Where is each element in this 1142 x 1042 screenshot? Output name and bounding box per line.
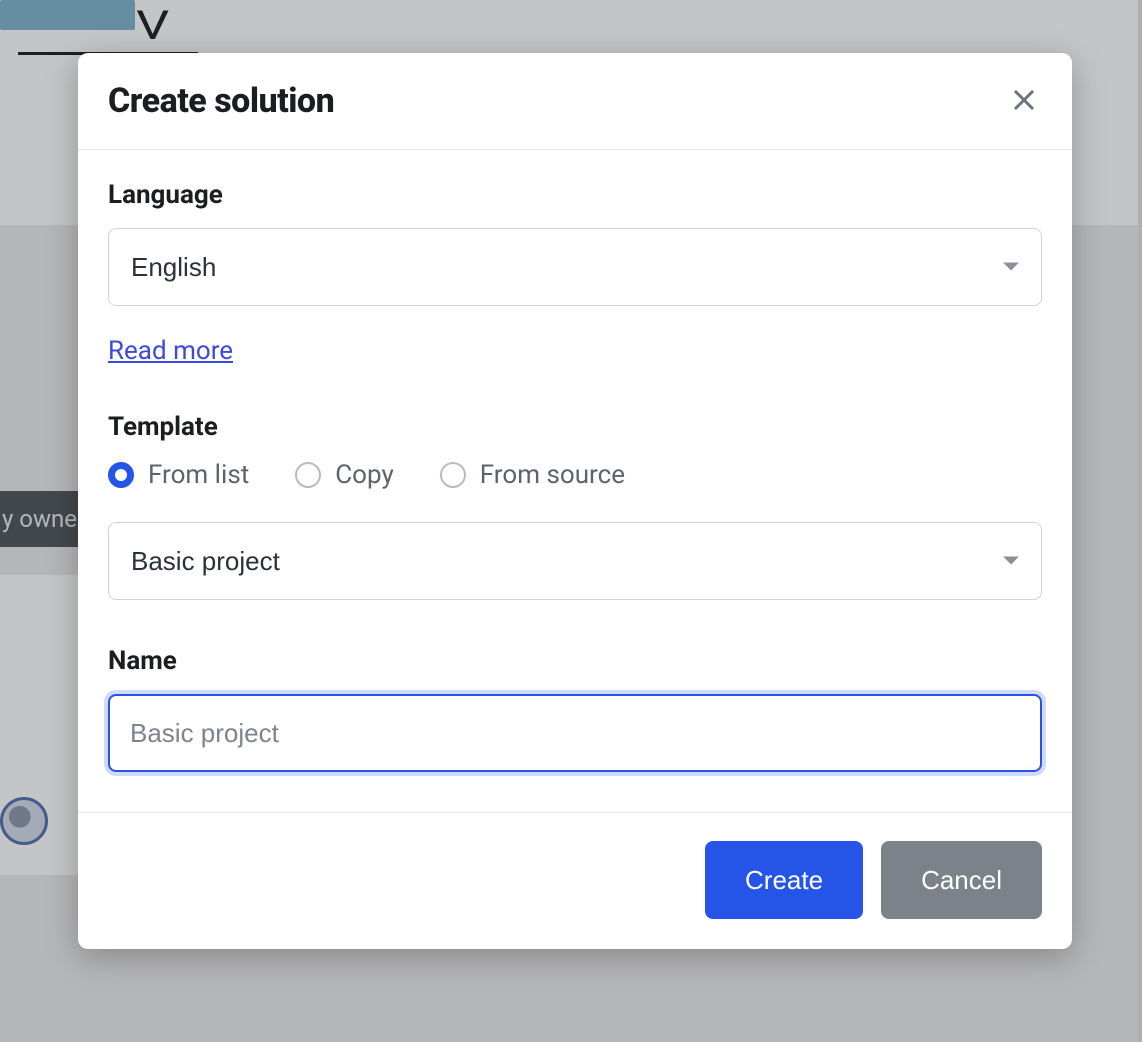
radio-label-copy: Copy: [335, 460, 394, 490]
language-select[interactable]: English: [108, 228, 1042, 306]
radio-label-from-list: From list: [148, 460, 249, 490]
template-project-select[interactable]: Basic project: [108, 522, 1042, 600]
language-select-wrap: English: [108, 228, 1042, 306]
template-project-select-wrap: Basic project: [108, 522, 1042, 600]
template-radio-from-source[interactable]: From source: [440, 460, 625, 490]
radio-icon: [108, 462, 134, 488]
modal-footer: Create Cancel: [78, 812, 1072, 949]
cancel-button[interactable]: Cancel: [881, 841, 1042, 919]
template-radio-group: From list Copy From source: [108, 460, 1042, 490]
modal-body: Language English Read more Template From…: [78, 150, 1072, 812]
close-button[interactable]: [1006, 83, 1042, 119]
modal-header: Create solution: [78, 53, 1072, 150]
read-more-link[interactable]: Read more: [108, 336, 233, 366]
template-radio-copy[interactable]: Copy: [295, 460, 394, 490]
name-label: Name: [108, 646, 1042, 676]
template-radio-from-list[interactable]: From list: [108, 460, 249, 490]
radio-icon: [440, 462, 466, 488]
modal-title: Create solution: [108, 81, 334, 121]
close-icon: [1010, 86, 1038, 117]
radio-label-from-source: From source: [480, 460, 625, 490]
language-label: Language: [108, 180, 1042, 210]
name-input[interactable]: [108, 694, 1042, 772]
create-solution-modal: Create solution Language English Read mo…: [78, 53, 1072, 949]
template-label: Template: [108, 412, 1042, 442]
radio-icon: [295, 462, 321, 488]
create-button[interactable]: Create: [705, 841, 863, 919]
